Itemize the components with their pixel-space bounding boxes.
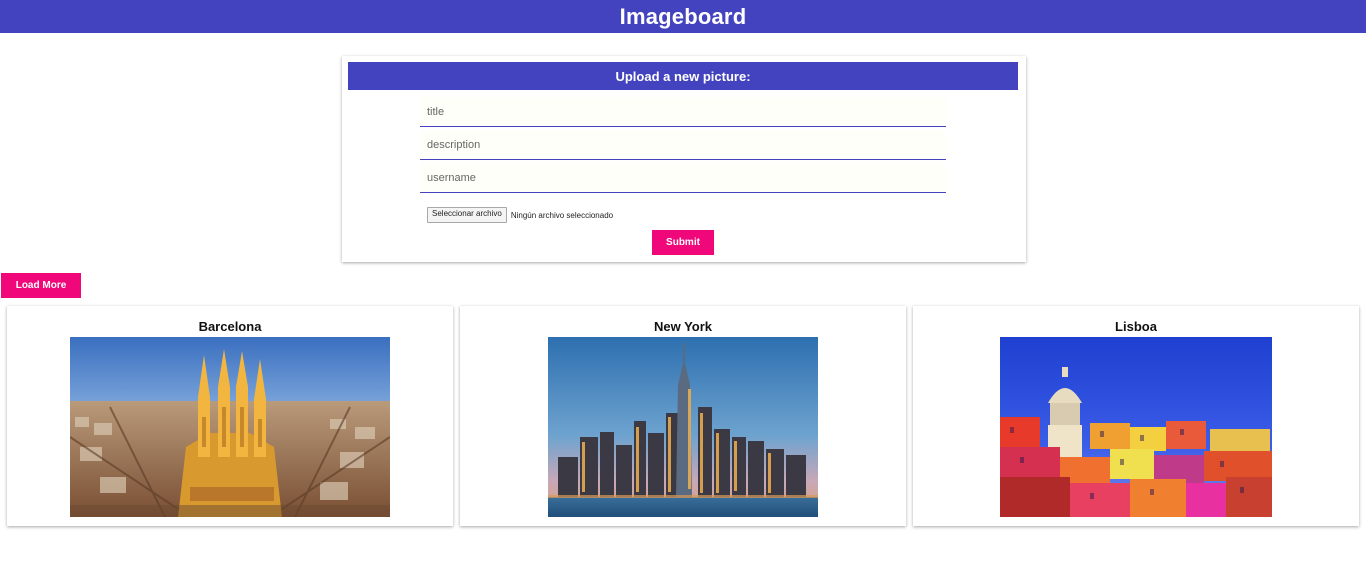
upload-form-heading: Upload a new picture: (348, 62, 1018, 90)
choose-file-button[interactable]: Seleccionar archivo (427, 207, 507, 223)
image-card[interactable]: New York (460, 306, 906, 526)
lisbon-rooftops-photo[interactable] (1000, 337, 1272, 517)
username-input[interactable] (420, 163, 946, 193)
sagrada-familia-photo[interactable] (70, 337, 390, 517)
file-status: Ningún archivo seleccionado (510, 210, 614, 220)
file-picker: Seleccionar archivo Ningún archivo selec… (427, 207, 613, 223)
app-title: Imageboard (619, 3, 747, 29)
image-card-title: Barcelona (198, 319, 262, 334)
upload-form: Upload a new picture: Seleccionar archiv… (342, 56, 1026, 262)
description-input[interactable] (420, 130, 946, 160)
manhattan-skyline-photo[interactable] (548, 337, 818, 517)
image-card-title: Lisboa (1115, 319, 1157, 334)
image-card[interactable]: Lisboa (913, 306, 1359, 526)
submit-button[interactable]: Submit (652, 230, 714, 255)
app-header: Imageboard (0, 0, 1366, 33)
load-more-button[interactable]: Load More (1, 273, 81, 298)
title-input[interactable] (420, 97, 946, 127)
image-card-title: New York (653, 319, 713, 334)
image-card[interactable]: Barcelona (7, 306, 453, 526)
